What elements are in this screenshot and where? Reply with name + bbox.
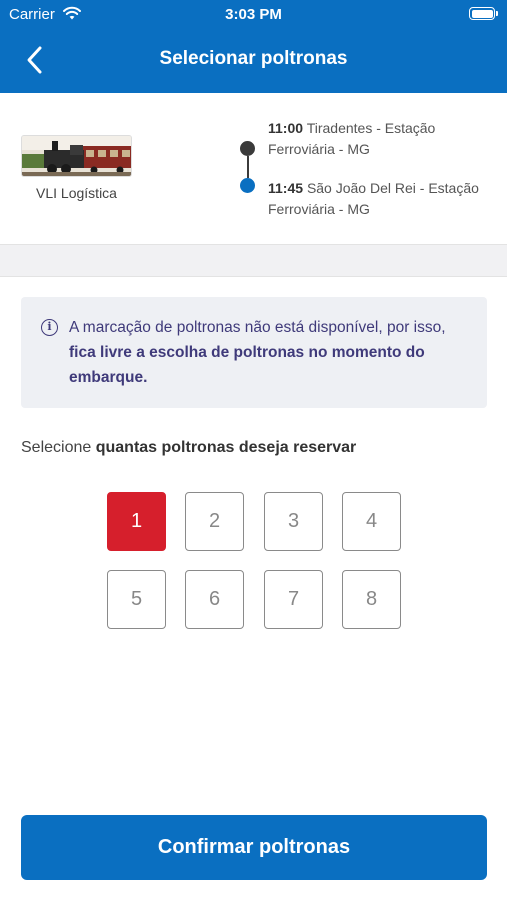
origin-time: 11:00 xyxy=(268,120,304,136)
train-photo-icon xyxy=(22,136,131,176)
seat-count-option[interactable]: 4 xyxy=(342,492,401,551)
clock: 3:03 PM xyxy=(225,6,282,23)
section-divider xyxy=(0,245,507,277)
seat-count-option[interactable]: 7 xyxy=(264,570,323,629)
seat-count-option[interactable]: 1 xyxy=(107,492,166,551)
trip-summary: VLI Logística 11:00 Tiradentes - Estação… xyxy=(0,93,507,245)
battery-icon xyxy=(469,7,498,20)
route-line xyxy=(247,156,249,178)
app-header: Carrier 3:03 PM Selecionar poltronas xyxy=(0,0,507,93)
company-logo xyxy=(21,135,132,177)
destination-dot xyxy=(240,178,255,193)
seat-count-option[interactable]: 5 xyxy=(107,570,166,629)
seat-count-prompt: Selecione quantas poltronas deseja reser… xyxy=(21,439,356,457)
info-notice: i A marcação de poltronas não está dispo… xyxy=(21,297,487,408)
seat-count-option[interactable]: 8 xyxy=(342,570,401,629)
info-text-regular: A marcação de poltronas não está disponí… xyxy=(69,319,446,336)
prompt-regular: Selecione xyxy=(21,439,96,456)
page-title: Selecionar poltronas xyxy=(159,48,348,69)
origin-dot xyxy=(240,141,255,156)
info-text: A marcação de poltronas não está disponí… xyxy=(69,315,469,390)
destination-stop: 11:45 São João Del Rei - Estação Ferrovi… xyxy=(268,178,488,220)
info-icon: i xyxy=(41,319,58,336)
seat-count-option[interactable]: 2 xyxy=(185,492,244,551)
seat-count-option[interactable]: 3 xyxy=(264,492,323,551)
seat-count-option[interactable]: 6 xyxy=(185,570,244,629)
destination-time: 11:45 xyxy=(268,180,304,196)
origin-stop: 11:00 Tiradentes - Estação Ferroviária -… xyxy=(268,118,488,160)
company-name: VLI Logística xyxy=(36,185,117,201)
route-timeline xyxy=(240,141,256,193)
info-text-bold: fica livre a escolha de poltronas no mom… xyxy=(69,344,425,386)
status-bar: Carrier 3:03 PM xyxy=(0,0,507,28)
seat-count-grid: 1 2 3 4 5 6 7 8 xyxy=(107,492,407,632)
prompt-bold: quantas poltronas deseja reservar xyxy=(95,439,357,456)
confirm-seats-button[interactable]: Confirmar poltronas xyxy=(21,815,487,880)
